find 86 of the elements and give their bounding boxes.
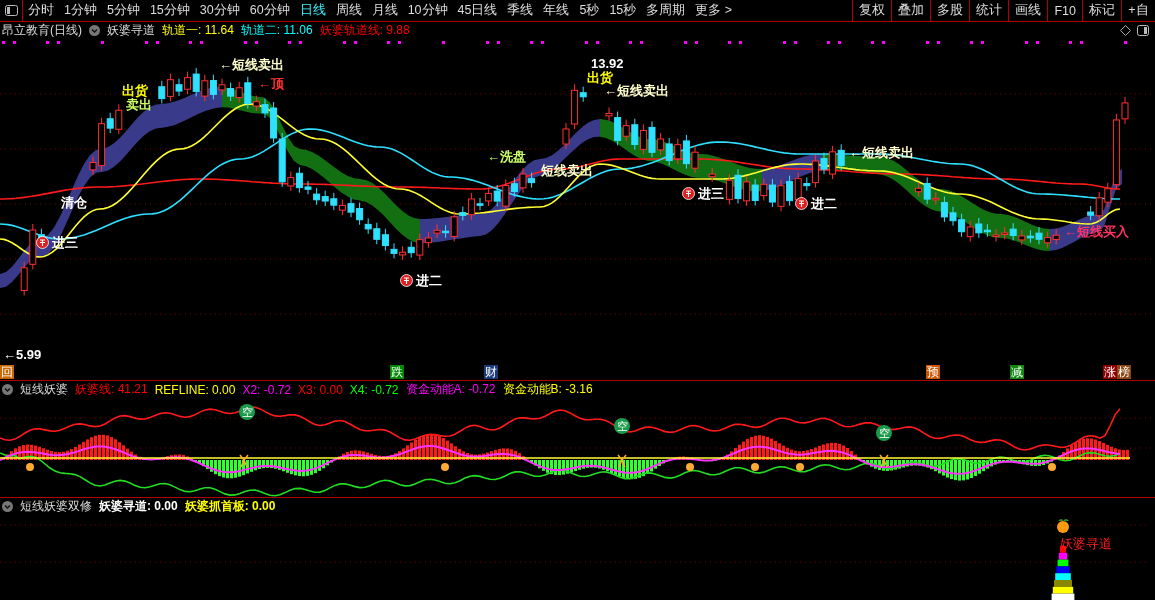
period-tab[interactable]: 45日线 xyxy=(452,2,503,19)
signal-marker: 空 xyxy=(614,418,630,434)
signal-label: ←短线卖出 xyxy=(604,83,670,98)
dropdown-icon[interactable] xyxy=(2,384,13,395)
indicator-value: 妖婆线: 41.21 xyxy=(75,381,148,398)
toolbar-button[interactable]: +自 xyxy=(1121,0,1155,21)
signal-label: ←短线买入 xyxy=(1063,224,1130,239)
period-tab[interactable]: 30分钟 xyxy=(194,2,245,19)
dropdown-icon[interactable] xyxy=(2,501,13,512)
indicator-value: X3: 0.00 xyxy=(298,382,343,397)
period-tab[interactable]: 日线 xyxy=(294,2,331,19)
signal-label: 出货 xyxy=(121,83,149,98)
event-badge[interactable]: 榜 xyxy=(1117,365,1131,379)
indicator-value: 妖婆寻道: 0.00 xyxy=(99,498,178,515)
period-tab[interactable]: 5秒 xyxy=(574,2,605,19)
price-label: 13.92 xyxy=(590,56,625,71)
signal-label: 进二 xyxy=(415,273,443,288)
fruit-icon xyxy=(1057,519,1069,533)
signal-label: ←洗盘 xyxy=(486,149,527,164)
period-tab[interactable]: 60分钟 xyxy=(244,2,295,19)
period-tab[interactable]: 周线 xyxy=(330,2,367,19)
figure-icon xyxy=(617,454,627,468)
buy-signal-icon xyxy=(682,187,695,200)
candlestick xyxy=(708,167,716,183)
signal-dot-icon xyxy=(441,463,449,471)
indicator-value: 轨道二: 11.06 xyxy=(240,22,313,39)
signal-dot-icon xyxy=(686,463,694,471)
price-label: ←5.99 xyxy=(2,347,43,362)
period-tab[interactable]: 分时 xyxy=(23,2,59,19)
toolbar-button[interactable]: 多股 xyxy=(930,0,970,21)
indicator-name: 妖婆寻道 xyxy=(107,22,155,39)
signal-label: 卖出 xyxy=(125,97,153,112)
period-tab[interactable]: 年线 xyxy=(538,2,575,19)
figure-icon xyxy=(239,454,249,468)
event-badge[interactable]: 涨 xyxy=(1103,365,1117,379)
indicator-name: 短线妖婆双修 xyxy=(20,498,92,515)
period-tab[interactable]: 1分钟 xyxy=(59,2,102,19)
indicator-value: X2: -0.72 xyxy=(242,382,292,397)
signal-dot-icon xyxy=(751,463,759,471)
toolbar-button[interactable]: 画线 xyxy=(1008,0,1048,21)
buy-signal-icon xyxy=(400,274,413,287)
signal-dot-icon xyxy=(1048,463,1056,471)
indicator-value: REFLINE: 0.00 xyxy=(154,382,236,397)
signal-marker: 空 xyxy=(239,404,255,420)
indicator-value: 资金动能B: -3.16 xyxy=(502,381,593,398)
buy-signal-icon xyxy=(795,197,808,210)
signal-label: 进二 xyxy=(810,196,838,211)
signal-label: ←短线卖出 xyxy=(218,57,285,72)
indicator-value: X4: -0.72 xyxy=(349,382,399,397)
indicator-value: 妖婆抓首板: 0.00 xyxy=(184,498,276,515)
signal-dot-icon xyxy=(26,463,34,471)
toolbar-button[interactable]: F10 xyxy=(1047,0,1082,21)
buy-signal-icon xyxy=(36,236,49,249)
event-badge[interactable]: 回 xyxy=(0,365,14,379)
event-badge[interactable]: 减 xyxy=(1010,365,1024,379)
panel-toggle-icon[interactable] xyxy=(4,5,18,16)
signal-label: ←顶 xyxy=(257,76,285,91)
period-tab[interactable]: 月线 xyxy=(366,2,403,19)
dropdown-icon[interactable] xyxy=(89,25,100,36)
signal-label: 出货 xyxy=(586,70,614,85)
period-tab[interactable]: 15秒 xyxy=(604,2,642,19)
toolbar-button[interactable]: 叠加 xyxy=(891,0,931,21)
toolbar-button[interactable]: 复权 xyxy=(852,0,892,21)
panel-toggle-icon[interactable] xyxy=(1137,25,1149,36)
period-tab[interactable]: 5分钟 xyxy=(101,2,145,19)
indicator-value: 轨道一: 11.64 xyxy=(162,22,234,39)
indicator-value: 妖婆轨道线: 9.88 xyxy=(319,22,410,39)
stock-title: 昂立教育(日线) xyxy=(2,22,82,39)
indicator-name: 短线妖婆 xyxy=(20,381,68,398)
signal-marker: 空 xyxy=(876,425,892,441)
figure-icon xyxy=(879,454,889,468)
period-tab[interactable]: 更多 > xyxy=(690,2,738,19)
period-tab[interactable]: 10分钟 xyxy=(402,2,453,19)
event-badge[interactable]: 跌 xyxy=(390,365,404,379)
toolbar-button[interactable]: 标记 xyxy=(1082,0,1121,21)
signal-label: 进三 xyxy=(697,186,725,201)
period-tab[interactable]: 15分钟 xyxy=(144,2,195,19)
toolbar-button[interactable]: 统计 xyxy=(969,0,1009,21)
indicator-value: 资金动能A: -0.72 xyxy=(405,381,496,398)
signal-label: 妖婆寻道 xyxy=(1060,535,1112,553)
event-badge[interactable]: 预 xyxy=(926,365,940,379)
period-tab[interactable]: 多周期 xyxy=(641,2,691,19)
event-badge[interactable]: 财 xyxy=(484,365,498,379)
diamond-icon[interactable] xyxy=(1120,25,1131,36)
period-tab[interactable]: 季线 xyxy=(502,2,539,19)
signal-dot-icon xyxy=(796,463,804,471)
